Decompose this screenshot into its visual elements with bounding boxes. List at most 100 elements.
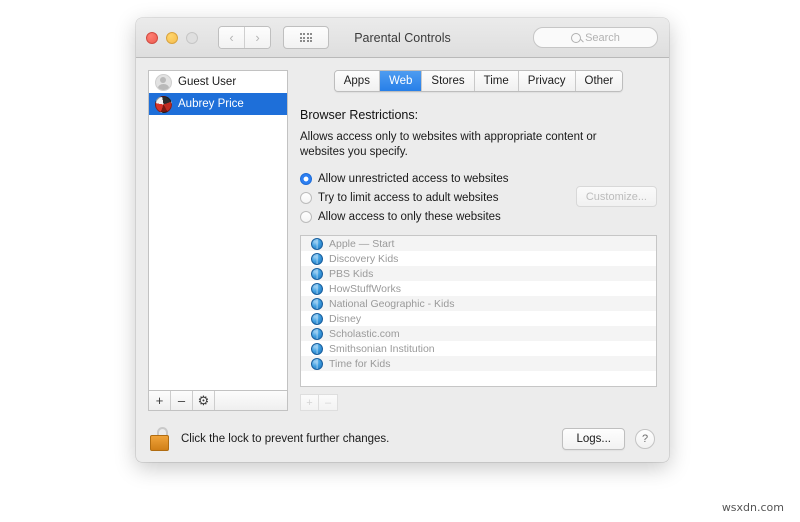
radio-button[interactable] bbox=[300, 191, 312, 204]
list-item[interactable]: Scholastic.com bbox=[301, 326, 656, 341]
help-button[interactable]: ? bbox=[635, 429, 655, 449]
globe-icon bbox=[311, 252, 323, 265]
zoom-button bbox=[186, 31, 198, 44]
sidebar-controls: + – ⚙ bbox=[148, 390, 288, 411]
guest-avatar-icon bbox=[155, 73, 172, 91]
tab-label: Privacy bbox=[527, 75, 566, 87]
plus-icon: + bbox=[306, 396, 313, 409]
radio-label: Allow access to only these websites bbox=[318, 210, 501, 223]
window-titlebar: ‹ › Parental Controls Search bbox=[136, 18, 669, 58]
user-name-label: Aubrey Price bbox=[178, 98, 244, 110]
globe-icon bbox=[311, 342, 323, 355]
tab-apps[interactable]: Apps bbox=[334, 71, 380, 91]
tab-label: Other bbox=[584, 75, 614, 87]
radio-button[interactable] bbox=[300, 210, 312, 223]
globe-icon bbox=[311, 237, 323, 250]
list-item[interactable]: Time for Kids bbox=[301, 356, 656, 371]
globe-icon bbox=[311, 357, 323, 370]
user-settings-button[interactable]: ⚙ bbox=[193, 391, 215, 410]
list-item[interactable]: National Geographic - Kids bbox=[301, 296, 656, 311]
user-avatar-icon bbox=[155, 95, 172, 113]
list-item[interactable]: Apple — Start bbox=[301, 236, 656, 251]
window-footer: Click the lock to prevent further change… bbox=[136, 411, 669, 462]
user-list: Guest User Aubrey Price bbox=[148, 70, 288, 390]
website-name: Discovery Kids bbox=[329, 252, 399, 265]
tab-other[interactable]: Other bbox=[575, 71, 623, 91]
remove-user-button[interactable]: – bbox=[171, 391, 193, 410]
radio-label: Try to limit access to adult websites bbox=[318, 191, 499, 204]
globe-icon bbox=[311, 282, 323, 295]
globe-icon bbox=[311, 267, 323, 280]
question-mark-icon: ? bbox=[641, 433, 649, 445]
remove-website-button: – bbox=[319, 394, 338, 411]
website-name: Apple — Start bbox=[329, 237, 395, 250]
add-website-button: + bbox=[300, 394, 319, 411]
add-user-button[interactable]: + bbox=[149, 391, 171, 410]
website-name: National Geographic - Kids bbox=[329, 297, 455, 310]
minus-icon: – bbox=[324, 396, 332, 409]
tab-bar: Apps Web Stores Time Privacy Other bbox=[300, 70, 657, 92]
tab-privacy[interactable]: Privacy bbox=[518, 71, 576, 91]
tab-web[interactable]: Web bbox=[379, 71, 423, 91]
section-heading: Browser Restrictions: bbox=[300, 108, 419, 122]
customize-button: Customize... bbox=[575, 186, 657, 207]
forward-button[interactable]: › bbox=[244, 27, 270, 48]
minimize-button[interactable] bbox=[166, 31, 178, 44]
list-item[interactable]: Disney bbox=[301, 311, 656, 326]
website-name: HowStuffWorks bbox=[329, 282, 401, 295]
plus-icon: + bbox=[155, 393, 164, 408]
globe-icon bbox=[311, 312, 323, 325]
tab-label: Web bbox=[388, 75, 413, 87]
tab-label: Apps bbox=[343, 75, 370, 87]
website-list-controls: + – bbox=[300, 394, 657, 411]
radio-button[interactable] bbox=[300, 172, 312, 185]
radio-option-limit-adult[interactable]: Try to limit access to adult websites Cu… bbox=[300, 186, 657, 207]
padlock-body bbox=[150, 435, 169, 451]
radio-option-only-these[interactable]: Allow access to only these websites bbox=[300, 207, 657, 226]
traffic-lights bbox=[146, 31, 198, 44]
customize-label: Customize... bbox=[585, 190, 647, 203]
website-name: Disney bbox=[329, 312, 362, 325]
window-body: Guest User Aubrey Price + – ⚙ Apps Web S… bbox=[136, 58, 669, 411]
show-all-button[interactable] bbox=[283, 26, 329, 49]
grid-icon bbox=[299, 33, 313, 42]
website-name: Scholastic.com bbox=[329, 327, 400, 340]
tab-time[interactable]: Time bbox=[474, 71, 519, 91]
sidebar: Guest User Aubrey Price + – ⚙ bbox=[148, 70, 288, 411]
radio-label: Allow unrestricted access to websites bbox=[318, 172, 509, 185]
sidebar-controls-filler bbox=[215, 391, 287, 410]
list-item[interactable]: Discovery Kids bbox=[301, 251, 656, 266]
tab-strip: Apps Web Stores Time Privacy Other bbox=[333, 70, 624, 92]
minus-icon: – bbox=[177, 393, 186, 408]
sidebar-item-aubrey-price[interactable]: Aubrey Price bbox=[149, 93, 287, 115]
search-placeholder: Search bbox=[585, 31, 620, 44]
back-button[interactable]: ‹ bbox=[219, 27, 244, 48]
sidebar-item-guest-user[interactable]: Guest User bbox=[149, 71, 287, 93]
globe-icon bbox=[311, 297, 323, 310]
main-panel: Apps Web Stores Time Privacy Other Brows… bbox=[300, 70, 657, 411]
search-input[interactable]: Search bbox=[533, 27, 658, 48]
tab-label: Time bbox=[483, 75, 509, 87]
parental-controls-window: ‹ › Parental Controls Search Guest User bbox=[136, 18, 669, 462]
logs-label: Logs... bbox=[576, 433, 611, 445]
website-name: Time for Kids bbox=[329, 357, 391, 370]
list-item[interactable]: HowStuffWorks bbox=[301, 281, 656, 296]
gear-icon: ⚙ bbox=[197, 393, 210, 408]
watermark: wsxdn.com bbox=[721, 501, 784, 514]
logs-button[interactable]: Logs... bbox=[562, 428, 625, 450]
tab-stores[interactable]: Stores bbox=[422, 71, 475, 91]
tab-label: Stores bbox=[431, 75, 465, 87]
chevron-left-icon: ‹ bbox=[229, 30, 234, 45]
website-list[interactable]: Apple — Start Discovery Kids PBS Kids Ho… bbox=[300, 235, 657, 387]
list-item[interactable]: Smithsonian Institution bbox=[301, 341, 656, 356]
unlocked-padlock-icon[interactable] bbox=[150, 427, 171, 451]
chevron-right-icon: › bbox=[255, 30, 260, 45]
user-name-label: Guest User bbox=[178, 76, 237, 88]
globe-icon bbox=[311, 327, 323, 340]
website-name: Smithsonian Institution bbox=[329, 342, 435, 355]
navigation-buttons: ‹ › bbox=[218, 26, 271, 49]
close-button[interactable] bbox=[146, 31, 158, 44]
search-icon bbox=[571, 32, 582, 43]
list-item[interactable]: PBS Kids bbox=[301, 266, 656, 281]
section-description: Allows access only to websites with appr… bbox=[300, 131, 597, 158]
